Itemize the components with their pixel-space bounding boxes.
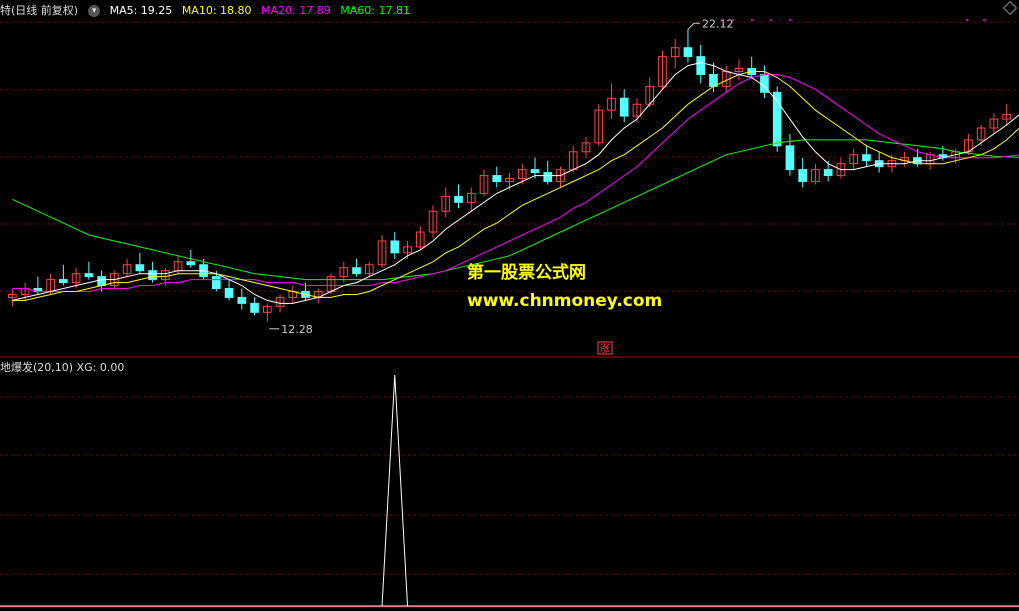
signal-dot xyxy=(789,19,791,21)
candle-body xyxy=(696,56,706,75)
candle-body xyxy=(59,279,68,284)
candle-body xyxy=(619,97,629,117)
candle-body xyxy=(250,302,259,313)
candle-body xyxy=(785,145,795,171)
candle-body xyxy=(211,276,221,290)
stock-title: 特(日线 前复权) xyxy=(0,4,79,17)
candle-body xyxy=(492,175,502,183)
candle-body xyxy=(823,169,833,177)
indicator-legend: 地爆发(20,10) XG: 0.00 xyxy=(0,359,124,375)
signal-dot xyxy=(966,19,968,21)
candle-body xyxy=(352,267,361,275)
candle-body xyxy=(186,261,196,266)
candle-body xyxy=(798,169,808,182)
dropdown-icon[interactable]: ▾ xyxy=(88,5,101,17)
xg-value: XG: 0.00 xyxy=(76,361,125,374)
candle-body xyxy=(390,240,400,254)
candle-body xyxy=(683,47,693,58)
candle-body xyxy=(148,270,157,281)
ma10-value: MA10: 18.80 xyxy=(181,4,252,17)
candle-body xyxy=(237,296,247,304)
candle-body xyxy=(84,273,94,278)
rise-marker: 涨 xyxy=(600,343,610,355)
signal-dot xyxy=(751,19,753,21)
ma60-value: MA60: 17.81 xyxy=(340,4,410,17)
watermark-line1: 第一股票公式网 xyxy=(467,263,586,283)
candle-body xyxy=(135,264,145,272)
stock-chart-window: 22.12 12.28 涨 特(日线 前复权) ▾ MA5: 19.25 MA10: … xyxy=(0,0,1019,611)
high-pointer xyxy=(687,22,700,30)
signal-dot xyxy=(770,19,772,21)
candle-body xyxy=(454,195,463,203)
signal-dot xyxy=(732,19,734,21)
candle-body xyxy=(772,91,782,147)
xg-spike xyxy=(381,374,409,607)
low-label: 12.28 xyxy=(281,323,313,336)
candle-body xyxy=(862,154,871,162)
ma5-value: MA5: 19.25 xyxy=(109,4,173,17)
indicator-name: 地爆发(20,10) xyxy=(0,361,74,374)
high-label: 22.12 xyxy=(702,17,734,30)
candle-body xyxy=(224,288,234,298)
candle-body xyxy=(543,172,553,182)
signal-dot xyxy=(983,19,985,21)
ma20-value: MA20: 17.89 xyxy=(261,4,331,17)
watermark-line2: www.chnmoney.com xyxy=(467,291,663,311)
candle-body xyxy=(97,276,106,287)
main-legend: 特(日线 前复权) ▾ MA5: 19.25 MA10: 18.80 MA20: … xyxy=(0,2,416,18)
candle-body xyxy=(530,169,540,174)
